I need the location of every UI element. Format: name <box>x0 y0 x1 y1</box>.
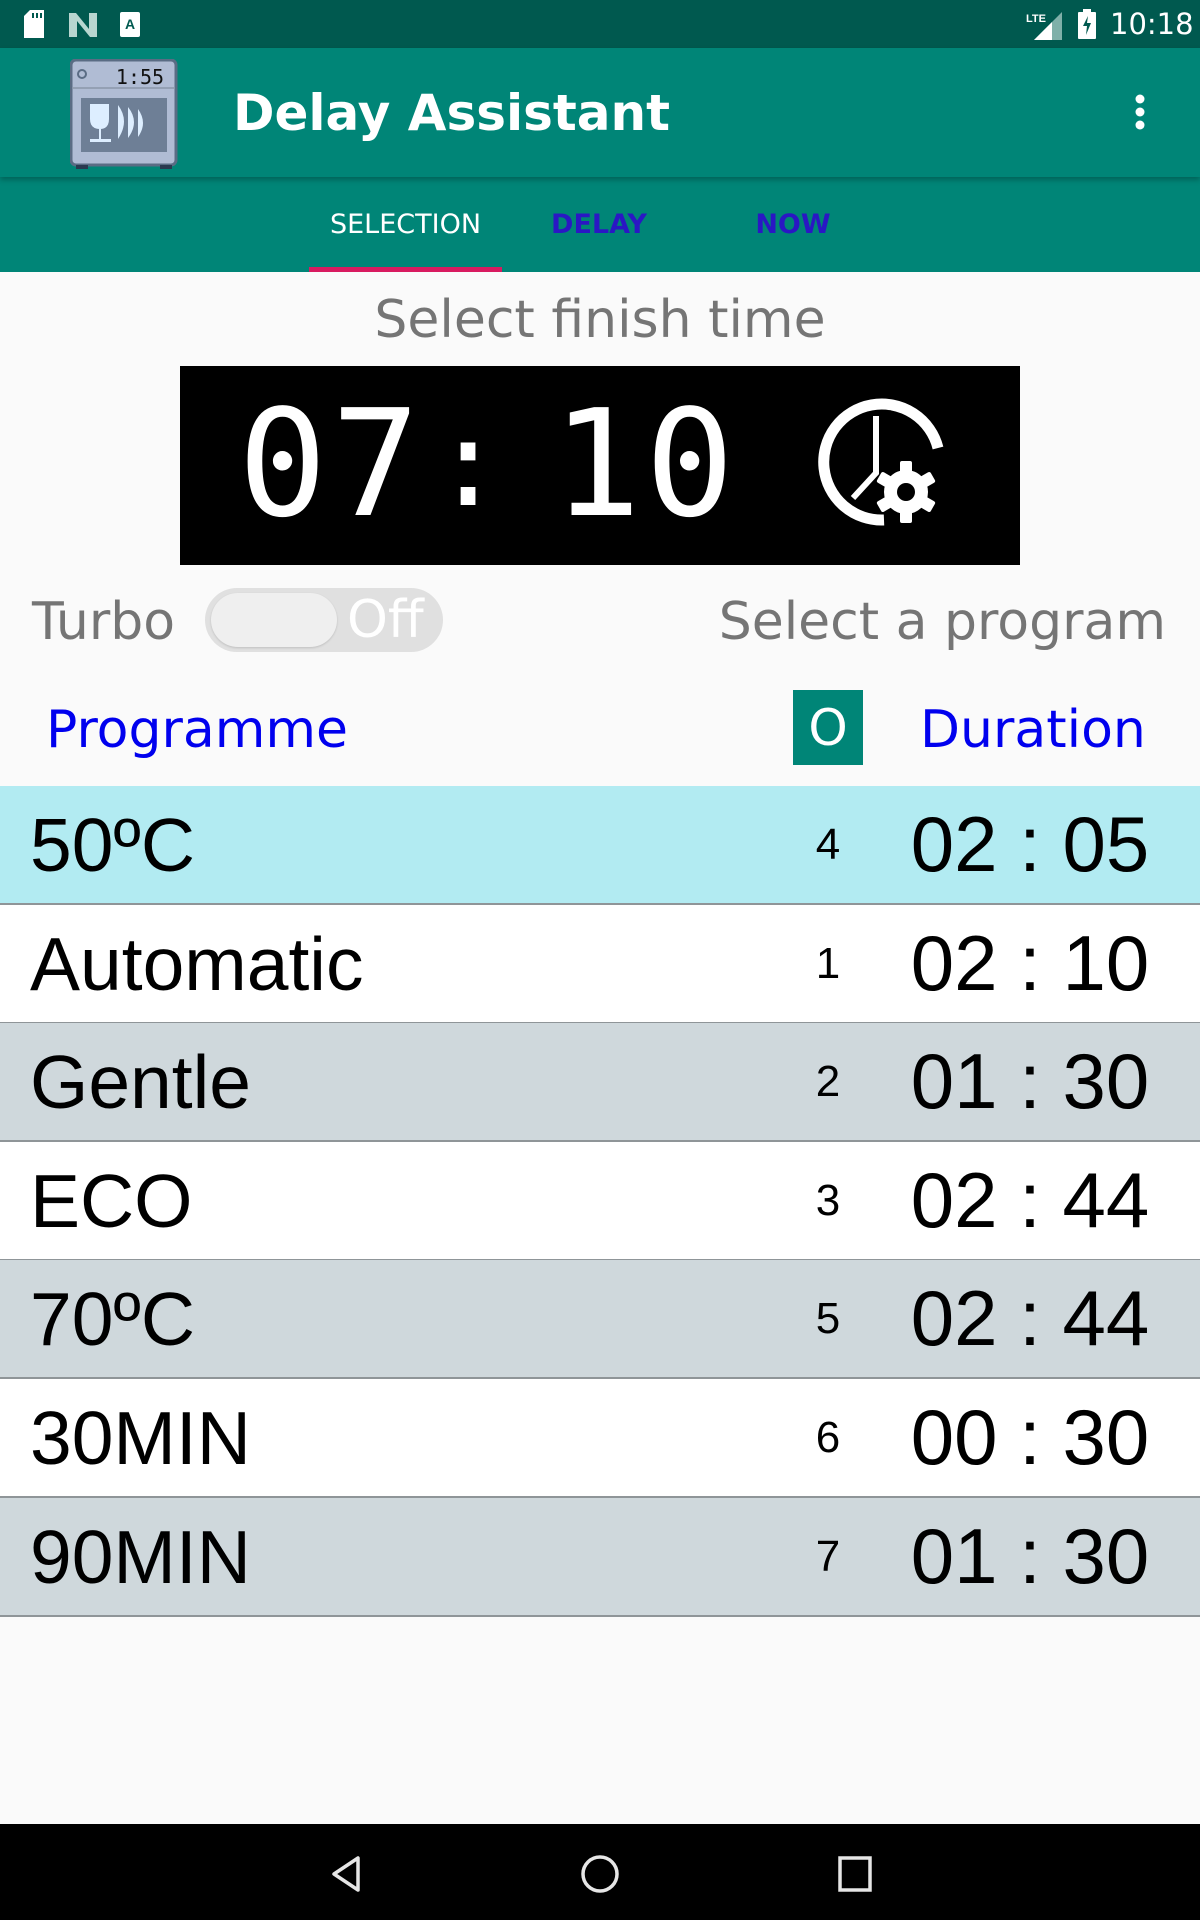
program-name: 90MIN <box>30 1514 251 1599</box>
program-number: 4 <box>815 819 841 869</box>
app-logo-dishwasher-icon: 1:55 <box>70 59 178 169</box>
tab-selection-label: SELECTION <box>329 209 482 240</box>
tab-indicator <box>309 267 502 272</box>
program-name: 70ºC <box>30 1276 195 1361</box>
program-name: Gentle <box>30 1039 251 1124</box>
recents-icon[interactable] <box>836 1854 876 1894</box>
status-bar: A LTE 10:18 <box>0 0 1200 48</box>
header-programme[interactable]: Programme <box>46 697 348 763</box>
program-name: 50ºC <box>30 802 195 887</box>
svg-text:A: A <box>125 16 135 32</box>
navigation-bar <box>0 1824 1200 1920</box>
program-row[interactable]: Automatic 1 02 : 10 <box>0 905 1200 1024</box>
tab-now-label: NOW <box>755 209 831 240</box>
finish-time-display[interactable]: 07 : 10 <box>180 366 1020 565</box>
overflow-menu-button[interactable] <box>1120 84 1160 140</box>
select-program-hint: Select a program <box>718 592 1166 652</box>
program-row[interactable]: 30MIN 6 00 : 30 <box>0 1379 1200 1498</box>
program-duration: 00 : 30 <box>910 1393 1150 1481</box>
program-duration: 02 : 05 <box>910 800 1150 888</box>
sd-card-icon <box>24 10 44 38</box>
svg-text:LTE: LTE <box>1026 13 1046 25</box>
program-duration: 02 : 44 <box>910 1274 1150 1362</box>
program-name: ECO <box>30 1158 193 1243</box>
header-sort-badge[interactable]: O <box>793 690 863 765</box>
program-number: 3 <box>815 1175 841 1225</box>
program-row[interactable]: 70ºC 5 02 : 44 <box>0 1260 1200 1379</box>
program-name: 30MIN <box>30 1395 251 1480</box>
app-bar: 1:55 Delay Assistant <box>0 48 1200 177</box>
battery-charging-icon <box>1078 9 1096 39</box>
header-duration[interactable]: Duration <box>920 697 1146 763</box>
clock: 10:18 <box>1110 7 1194 41</box>
turbo-toggle-thumb <box>211 593 337 647</box>
a-notification-icon: A <box>120 12 140 37</box>
turbo-state-label: Off <box>347 590 424 650</box>
tab-now[interactable]: NOW <box>698 177 888 272</box>
program-row[interactable]: 50ºC 4 02 : 05 <box>0 786 1200 905</box>
turbo-toggle[interactable]: Off <box>205 588 443 652</box>
finish-time-hours: 07 <box>238 378 425 550</box>
n-notification-icon <box>69 13 97 37</box>
program-duration: 01 : 30 <box>910 1512 1150 1600</box>
app-title: Delay Assistant <box>233 83 671 142</box>
program-name: Automatic <box>30 921 364 1006</box>
clock-settings-icon[interactable] <box>808 388 968 548</box>
home-icon[interactable] <box>578 1854 622 1894</box>
lte-signal-icon: LTE <box>1026 12 1062 40</box>
program-number: 7 <box>815 1531 841 1581</box>
back-icon[interactable] <box>325 1854 365 1894</box>
program-duration: 02 : 10 <box>910 919 1150 1007</box>
tab-delay[interactable]: DELAY <box>504 177 694 272</box>
program-number: 5 <box>815 1293 841 1343</box>
finish-time-minutes: 10 <box>552 378 739 550</box>
finish-time-separator: : <box>432 394 505 534</box>
program-duration: 02 : 44 <box>910 1156 1150 1244</box>
turbo-label: Turbo <box>32 592 176 652</box>
program-row[interactable]: ECO 3 02 : 44 <box>0 1142 1200 1261</box>
more-vert-icon <box>1135 94 1145 130</box>
program-number: 1 <box>815 938 841 988</box>
program-row[interactable]: Gentle 2 01 : 30 <box>0 1023 1200 1142</box>
tab-selection[interactable]: SELECTION <box>309 177 502 272</box>
tab-delay-label: DELAY <box>551 209 647 240</box>
program-number: 6 <box>815 1412 841 1462</box>
finish-time-label: Select finish time <box>374 290 826 350</box>
logo-display-text: 1:55 <box>116 65 164 89</box>
program-number: 2 <box>815 1056 841 1106</box>
tab-bar: SELECTION DELAY NOW <box>0 177 1200 272</box>
program-row[interactable]: 90MIN 7 01 : 30 <box>0 1498 1200 1617</box>
program-duration: 01 : 30 <box>910 1037 1150 1125</box>
